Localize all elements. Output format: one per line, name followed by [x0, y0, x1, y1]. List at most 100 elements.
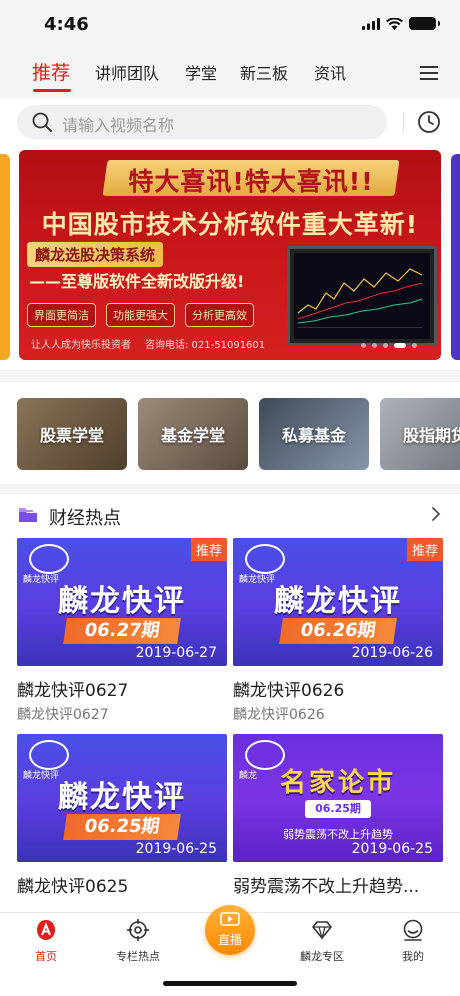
tab-new-third-board[interactable]: 新三板: [240, 60, 288, 84]
banner-tag: 功能更强大: [106, 303, 175, 327]
search-input[interactable]: 请输入视频名称: [17, 105, 387, 139]
carousel-dot[interactable]: [372, 343, 377, 348]
tab-active-indicator: [33, 89, 71, 92]
tab-school[interactable]: 学堂: [185, 60, 217, 84]
banner-title: 中国股市技术分析软件重大革新!: [41, 210, 419, 239]
folder-icon: [19, 508, 37, 522]
live-tv-icon: [220, 912, 240, 926]
target-icon: [127, 919, 149, 941]
home-indicator: [163, 981, 297, 986]
video-card[interactable]: 麟龙快评 推荐 麟龙快评 06.27期 2019-06-27 麟龙快评0627 …: [17, 538, 227, 724]
video-subtitle: 麟龙快评0627: [17, 707, 109, 723]
tab-label: 我的: [402, 950, 424, 963]
video-title: 弱势震荡不改上升趋势...: [233, 877, 420, 897]
banner-headline: 特大喜讯!特大喜讯!!: [128, 167, 374, 196]
banner-next-peek: [451, 154, 460, 360]
video-date: 2019-06-25: [351, 841, 433, 857]
carousel-dot-active[interactable]: [394, 343, 406, 348]
search-divider: [403, 112, 404, 132]
category-private-fund[interactable]: 私募基金: [259, 398, 369, 470]
thumb-description: 弱势震荡不改上升趋势: [283, 828, 393, 841]
video-thumbnail: 麟龙快评 推荐 麟龙快评 06.27期 2019-06-27: [17, 538, 227, 666]
banner-slogan: 让人人成为快乐投资者: [31, 340, 131, 351]
banner-tag: 界面更简洁: [27, 303, 96, 327]
chevron-right-icon[interactable]: [430, 507, 442, 521]
banner-slide[interactable]: 特大喜讯!特大喜讯!! 中国股市技术分析软件重大革新! 麟龙选股决策系统 ——至…: [19, 150, 441, 360]
video-title: 麟龙快评0625: [17, 877, 129, 897]
status-icons: [362, 17, 440, 30]
category-label: 股指期货: [402, 426, 460, 445]
home-icon: [37, 920, 55, 940]
tab-recommend[interactable]: 推荐: [32, 58, 70, 85]
tab-lecturers[interactable]: 讲师团队: [95, 60, 159, 84]
hamburger-menu-icon[interactable]: [420, 66, 438, 80]
search-placeholder: 请输入视频名称: [62, 116, 175, 135]
carousel-dot[interactable]: [412, 343, 417, 348]
video-date: 2019-06-27: [135, 645, 217, 661]
tab-news[interactable]: 资讯: [314, 60, 346, 84]
signal-icon: [362, 17, 380, 30]
search-row: 请输入视频名称: [0, 98, 460, 148]
category-stock-school[interactable]: 股票学堂: [17, 398, 127, 470]
thumb-issue: 06.25期: [63, 814, 181, 840]
banner-carousel[interactable]: 特大喜讯!特大喜讯!! 中国股市技术分析软件重大革新! 麟龙选股决策系统 ——至…: [0, 148, 460, 370]
banner-subtitle2: ——至尊版软件全新改版升级!: [29, 272, 245, 291]
diamond-icon: [312, 921, 332, 941]
brand-logo-icon: [29, 740, 69, 770]
battery-icon: [409, 17, 440, 30]
section-title: 财经热点: [49, 508, 121, 529]
tab-mine[interactable]: 我的: [373, 919, 453, 964]
category-label: 私募基金: [281, 426, 346, 445]
tab-label: 直播: [217, 933, 242, 947]
monitor-image: [287, 246, 437, 346]
status-time: 4:46: [44, 14, 89, 35]
tab-home[interactable]: 首页: [6, 919, 86, 964]
history-clock-icon[interactable]: [417, 110, 441, 134]
video-subtitle: 麟龙快评0626: [233, 707, 325, 723]
thumb-issue: 06.27期: [63, 618, 181, 644]
video-card[interactable]: 麟龙快评 推荐 麟龙快评 06.26期 2019-06-26 麟龙快评0626 …: [233, 538, 443, 724]
hot-section: 财经热点 麟龙快评 推荐 麟龙快评 06.27期 2019-06-27 麟龙快评…: [0, 494, 460, 914]
category-fund-school[interactable]: 基金学堂: [138, 398, 248, 470]
video-date: 2019-06-25: [135, 841, 217, 857]
recommend-badge: 推荐: [190, 538, 227, 561]
category-label: 基金学堂: [160, 426, 225, 445]
tab-linlong-zone[interactable]: 麟龙专区: [282, 919, 362, 964]
thumb-issue: 06.26期: [279, 618, 397, 644]
banner-phone: 咨询电话: 021-51091601: [145, 340, 266, 351]
brand-logo-icon: [29, 544, 69, 574]
video-thumbnail: 麟龙 名家论市 06.25期 弱势震荡不改上升趋势 2019-06-25: [233, 734, 443, 862]
tab-live[interactable]: 直播: [205, 905, 255, 955]
top-nav: 推荐 讲师团队 学堂 新三板 资讯: [0, 52, 460, 98]
video-card[interactable]: 麟龙快评 麟龙快评 06.25期 2019-06-25 麟龙快评0625: [17, 734, 227, 897]
tab-label: 专栏热点: [116, 950, 160, 963]
user-icon: [403, 919, 423, 941]
video-title: 麟龙快评0627: [17, 681, 129, 701]
status-bar: 4:46: [0, 0, 460, 52]
tab-label: 首页: [35, 950, 57, 963]
search-icon: [32, 112, 52, 132]
tab-column-hot[interactable]: 专栏热点: [98, 919, 178, 964]
thumb-title: 麟龙快评: [274, 584, 402, 619]
carousel-dots: [361, 343, 417, 348]
category-row: 股票学堂 基金学堂 私募基金 股指期货: [0, 382, 460, 484]
brand-logo-icon: [245, 544, 285, 574]
video-card[interactable]: 麟龙 名家论市 06.25期 弱势震荡不改上升趋势 2019-06-25 弱势震…: [233, 734, 443, 897]
carousel-dot[interactable]: [361, 343, 366, 348]
banner-subtitle: 麟龙选股决策系统: [27, 242, 164, 267]
video-thumbnail: 麟龙快评 麟龙快评 06.25期 2019-06-25: [17, 734, 227, 862]
category-index-futures[interactable]: 股指期货: [380, 398, 460, 470]
thumb-title: 麟龙快评: [58, 780, 186, 815]
category-label: 股票学堂: [39, 426, 104, 445]
video-date: 2019-06-26: [351, 645, 433, 661]
thumb-title: 名家论市: [279, 768, 396, 798]
banner-tags: 界面更简洁 功能更强大 分析更高效: [27, 303, 254, 327]
wifi-icon: [386, 17, 403, 30]
banner-tag: 分析更高效: [185, 303, 254, 327]
tab-label: 麟龙专区: [300, 950, 344, 963]
carousel-dot[interactable]: [383, 343, 388, 348]
video-title: 麟龙快评0626: [233, 681, 345, 701]
video-thumbnail: 麟龙快评 推荐 麟龙快评 06.26期 2019-06-26: [233, 538, 443, 666]
recommend-badge: 推荐: [406, 538, 443, 561]
thumb-title: 麟龙快评: [58, 584, 186, 619]
